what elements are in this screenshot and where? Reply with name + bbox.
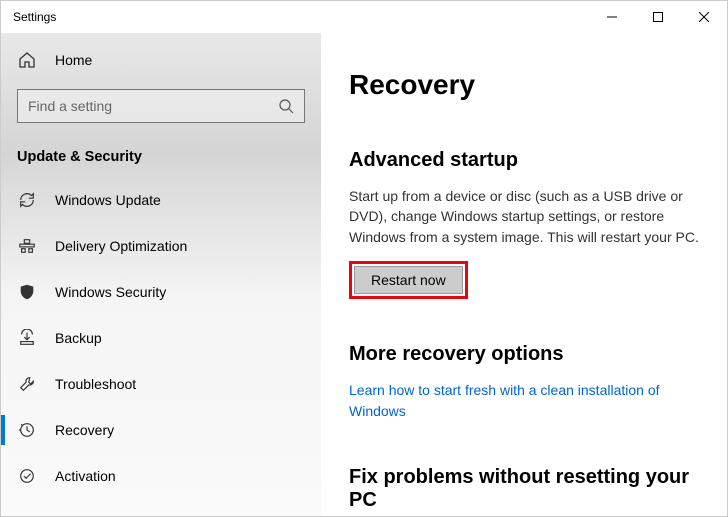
section-heading: Advanced startup: [349, 149, 699, 172]
sidebar-item-label: Windows Security: [55, 284, 166, 300]
section-advanced-startup: Advanced startup Start up from a device …: [349, 149, 699, 299]
recovery-icon: [17, 420, 37, 440]
titlebar: Settings: [1, 1, 727, 33]
minimize-button[interactable]: [589, 1, 635, 33]
section-heading: Fix problems without resetting your PC: [349, 466, 699, 512]
delivery-icon: [17, 236, 37, 256]
section-fix-problems: Fix problems without resetting your PC: [349, 466, 699, 512]
search-icon: [278, 98, 294, 114]
sidebar-item-activation[interactable]: Activation: [1, 453, 321, 499]
sidebar-item-troubleshoot[interactable]: Troubleshoot: [1, 361, 321, 407]
search-input[interactable]: [28, 98, 278, 114]
sidebar-item-recovery[interactable]: Recovery: [1, 407, 321, 453]
sidebar-item-label: Backup: [55, 330, 102, 346]
window-controls: [589, 1, 727, 33]
close-button[interactable]: [681, 1, 727, 33]
page-title: Recovery: [349, 69, 699, 101]
highlight-box: Restart now: [349, 261, 468, 299]
sidebar-item-delivery-optimization[interactable]: Delivery Optimization: [1, 223, 321, 269]
category-header: Update & Security: [1, 133, 321, 177]
sidebar-item-windows-update[interactable]: Windows Update: [1, 177, 321, 223]
section-heading: More recovery options: [349, 343, 699, 366]
restart-now-button[interactable]: Restart now: [354, 266, 463, 294]
wrench-icon: [17, 374, 37, 394]
sidebar-item-label: Recovery: [55, 422, 114, 438]
sidebar-item-backup[interactable]: Backup: [1, 315, 321, 361]
sidebar-item-label: Delivery Optimization: [55, 238, 187, 254]
section-more-recovery: More recovery options Learn how to start…: [349, 343, 699, 422]
fresh-install-link[interactable]: Learn how to start fresh with a clean in…: [349, 380, 699, 422]
window-title: Settings: [1, 10, 56, 24]
sidebar-item-windows-security[interactable]: Windows Security: [1, 269, 321, 315]
backup-icon: [17, 328, 37, 348]
section-body: Start up from a device or disc (such as …: [349, 186, 699, 247]
shield-icon: [17, 282, 37, 302]
sync-icon: [17, 190, 37, 210]
search-box[interactable]: [17, 89, 305, 123]
main-content: Recovery Advanced startup Start up from …: [321, 33, 727, 516]
sidebar-item-label: Troubleshoot: [55, 376, 136, 392]
home-label: Home: [55, 52, 92, 68]
sidebar-item-label: Activation: [55, 468, 116, 484]
sidebar-item-label: Windows Update: [55, 192, 161, 208]
maximize-button[interactable]: [635, 1, 681, 33]
nav-list: Windows Update Delivery Optimization Win…: [1, 177, 321, 516]
home-nav[interactable]: Home: [1, 41, 321, 79]
sidebar: Home Update & Security Windows Update De…: [1, 33, 321, 516]
check-icon: [17, 466, 37, 486]
home-icon: [17, 50, 37, 70]
